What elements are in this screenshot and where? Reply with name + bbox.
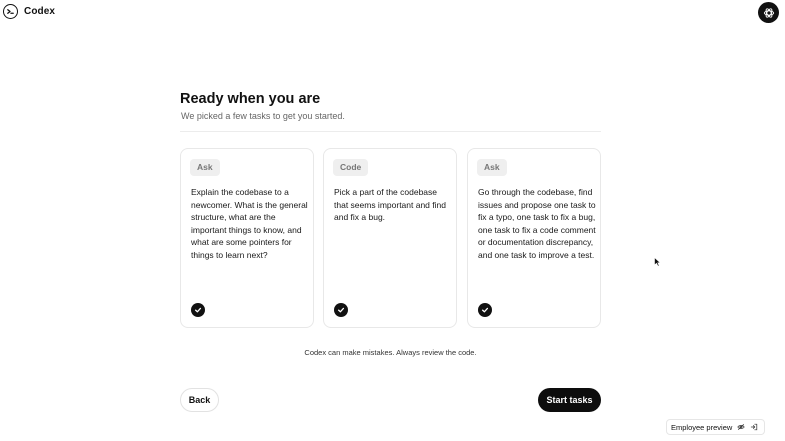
brand[interactable]: Codex: [3, 4, 55, 19]
avatar[interactable]: [758, 2, 779, 23]
check-circle-icon[interactable]: [191, 303, 205, 317]
task-card-explain-codebase[interactable]: Ask Explain the codebase to a newcomer. …: [180, 148, 314, 328]
start-tasks-button[interactable]: Start tasks: [538, 388, 601, 412]
sign-in-icon[interactable]: [750, 423, 758, 431]
task-tag: Ask: [477, 159, 507, 176]
task-description: Go through the codebase, find issues and…: [478, 187, 596, 260]
task-description: Pick a part of the codebase that seems i…: [334, 187, 446, 222]
task-description: Explain the codebase to a newcomer. What…: [191, 187, 308, 260]
back-button[interactable]: Back: [180, 388, 219, 412]
divider: [180, 131, 601, 132]
check-circle-icon[interactable]: [334, 303, 348, 317]
check-circle-icon[interactable]: [478, 303, 492, 317]
employee-preview-label: Employee preview: [671, 422, 733, 432]
disclaimer: Codex can make mistakes. Always review t…: [304, 348, 477, 357]
top-bar: Codex: [0, 0, 785, 24]
mouse-cursor-icon: [654, 254, 662, 272]
task-tag: Code: [333, 159, 369, 176]
employee-preview-badge[interactable]: Employee preview: [666, 419, 766, 435]
app-name: Codex: [24, 6, 56, 17]
eye-off-icon[interactable]: [737, 423, 745, 431]
page-title: Ready when you are: [180, 91, 321, 107]
task-tag: Ask: [190, 159, 220, 176]
task-card-find-issues[interactable]: Ask Go through the codebase, find issues…: [467, 148, 601, 328]
task-card-fix-bug[interactable]: Code Pick a part of the codebase that se…: [323, 148, 457, 328]
terminal-circle-icon: [3, 4, 18, 19]
page-subtitle: We picked a few tasks to get you started…: [181, 111, 345, 121]
openai-logo-icon: [763, 7, 774, 18]
